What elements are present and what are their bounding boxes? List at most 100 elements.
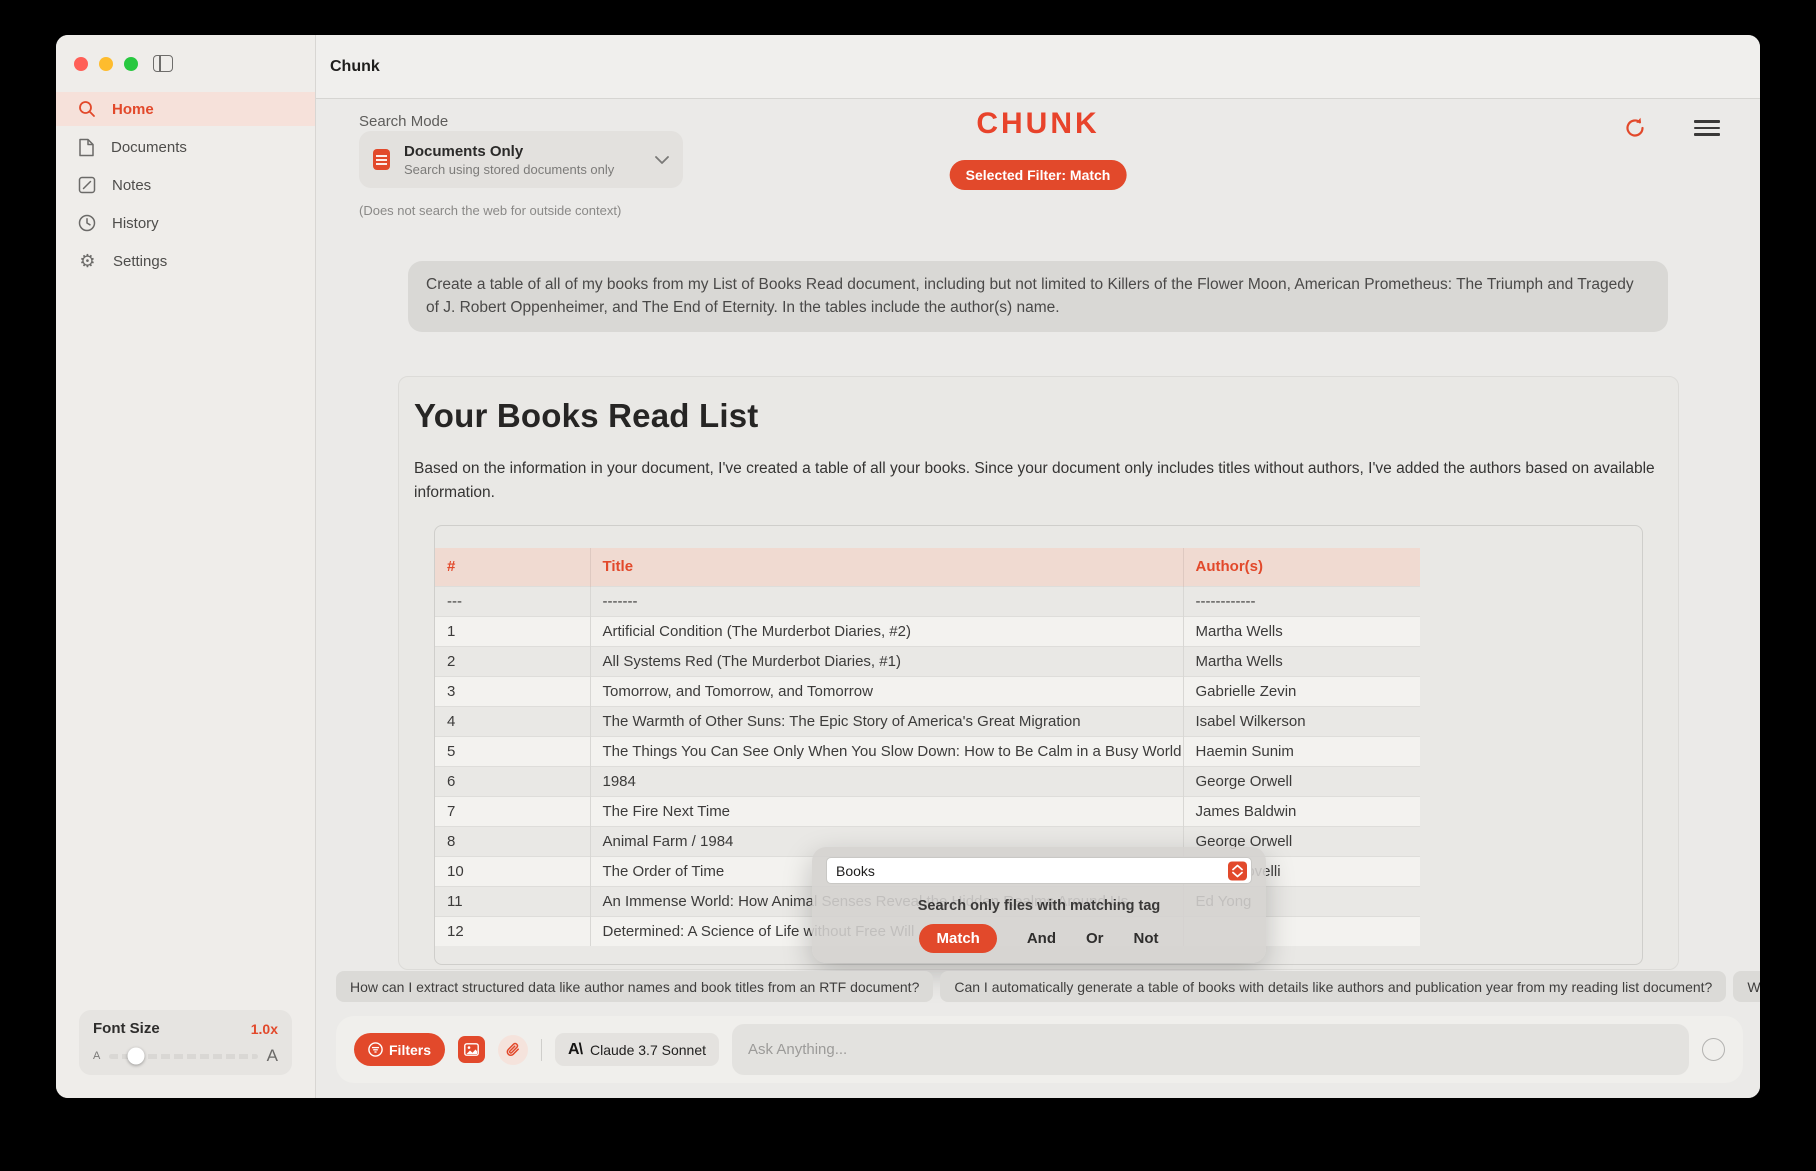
operator-match-button[interactable]: Match (919, 924, 996, 953)
table-cell: 11 (435, 886, 590, 916)
font-size-panel: Font Size 1.0x A A (79, 1010, 292, 1075)
font-size-max-label: A (267, 1046, 278, 1066)
operator-or-button[interactable]: Or (1086, 930, 1104, 947)
clock-icon (78, 214, 96, 232)
attach-file-button[interactable] (498, 1035, 528, 1065)
filter-icon (368, 1042, 383, 1057)
close-window-button[interactable] (74, 57, 88, 71)
table-cell: --- (435, 586, 590, 616)
model-name: Claude 3.7 Sonnet (590, 1042, 706, 1058)
filters-button[interactable]: Filters (354, 1033, 445, 1066)
response-intro: Based on the information in your documen… (414, 457, 1659, 505)
operator-not-button[interactable]: Not (1134, 930, 1159, 947)
chevron-down-icon (655, 156, 669, 164)
ask-input[interactable] (732, 1024, 1689, 1075)
table-cell: Tomorrow, and Tomorrow, and Tomorrow (590, 676, 1183, 706)
sidebar-item-label: History (112, 215, 159, 232)
table-cell: George Orwell (1183, 766, 1420, 796)
suggestion-chip[interactable]: How can I extract structured data like a… (336, 971, 933, 1002)
main-area: Chunk Search Mode Documents Only Search … (316, 35, 1760, 1098)
attach-image-button[interactable] (458, 1036, 485, 1063)
table-cell: 12 (435, 916, 590, 946)
table-cell: ------------ (1183, 586, 1420, 616)
image-icon (464, 1043, 479, 1056)
table-cell: Artificial Condition (The Murderbot Diar… (590, 616, 1183, 646)
table-header-row: # Title Author(s) (435, 548, 1420, 586)
sidebar-item-label: Settings (113, 253, 167, 270)
note-edit-icon (78, 176, 96, 194)
table-cell: Martha Wells (1183, 646, 1420, 676)
selected-filter-badge: Selected Filter: Match (950, 160, 1127, 190)
table-cell: 4 (435, 706, 590, 736)
sidebar-item-history[interactable]: History (56, 206, 315, 240)
response-title: Your Books Read List (414, 397, 1660, 435)
font-size-slider-thumb[interactable] (128, 1048, 145, 1065)
col-header-num: # (435, 548, 590, 586)
sidebar-item-label: Documents (111, 139, 187, 156)
table-cell: The Warmth of Other Suns: The Epic Story… (590, 706, 1183, 736)
paperclip-icon (505, 1042, 521, 1058)
table-cell: 1984 (590, 766, 1183, 796)
table-cell: Gabrielle Zevin (1183, 676, 1420, 706)
table-cell: 6 (435, 766, 590, 796)
font-size-slider[interactable] (109, 1054, 257, 1059)
composer-bar: Filters A\ Claude 3.7 Sonnet (336, 1016, 1743, 1083)
col-header-authors: Author(s) (1183, 548, 1420, 586)
sidebar-item-settings[interactable]: ⚙ Settings (56, 244, 315, 278)
chunk-logo: CHUNK (976, 107, 1099, 141)
table-row: 1Artificial Condition (The Murderbot Dia… (435, 616, 1420, 646)
table-row: 2All Systems Red (The Murderbot Diaries,… (435, 646, 1420, 676)
table-cell: The Things You Can See Only When You Slo… (590, 736, 1183, 766)
table-cell: 7 (435, 796, 590, 826)
sidebar-item-notes[interactable]: Notes (56, 168, 315, 202)
app-window: Home Documents Notes History ⚙ Settings … (56, 35, 1760, 1098)
search-mode-dropdown[interactable]: Documents Only Search using stored docum… (359, 131, 683, 188)
table-cell: 5 (435, 736, 590, 766)
send-status-circle[interactable] (1702, 1038, 1725, 1061)
table-row: 61984George Orwell (435, 766, 1420, 796)
suggestion-chip[interactable]: What tools (1733, 971, 1760, 1002)
tag-filter-popover: Books Search only files with matching ta… (812, 847, 1266, 963)
tag-select[interactable]: Books (826, 857, 1252, 884)
hamburger-menu-icon[interactable] (1694, 118, 1720, 138)
table-cell: The Fire Next Time (590, 796, 1183, 826)
operator-and-button[interactable]: And (1027, 930, 1056, 947)
tag-select-value: Books (836, 863, 875, 879)
user-query-bubble: Create a table of all of my books from m… (408, 261, 1668, 332)
table-cell: James Baldwin (1183, 796, 1420, 826)
gear-icon: ⚙ (78, 252, 97, 270)
table-row: 5The Things You Can See Only When You Sl… (435, 736, 1420, 766)
zoom-window-button[interactable] (124, 57, 138, 71)
table-row: 3Tomorrow, and Tomorrow, and TomorrowGab… (435, 676, 1420, 706)
table-row: 7The Fire Next TimeJames Baldwin (435, 796, 1420, 826)
font-size-min-label: A (93, 1050, 100, 1062)
suggestion-chip[interactable]: Can I automatically generate a table of … (940, 971, 1726, 1002)
table-cell: All Systems Red (The Murderbot Diaries, … (590, 646, 1183, 676)
table-cell: 3 (435, 676, 590, 706)
refresh-icon[interactable] (1622, 115, 1648, 141)
search-icon (78, 100, 96, 118)
filter-operator-group: Match And Or Not (826, 924, 1252, 953)
font-size-label: Font Size (93, 1020, 160, 1037)
search-mode-subtitle: Search using stored documents only (404, 162, 641, 177)
sidebar-item-label: Notes (112, 177, 151, 194)
title-bar: Chunk (316, 35, 1760, 99)
sidebar-item-label: Home (112, 101, 154, 118)
select-stepper-icon[interactable] (1228, 861, 1247, 880)
popover-caption: Search only files with matching tag (826, 898, 1252, 914)
document-icon (373, 149, 390, 170)
table-row: 4The Warmth of Other Suns: The Epic Stor… (435, 706, 1420, 736)
sidebar-item-documents[interactable]: Documents (56, 130, 315, 164)
table-cell: ------- (590, 586, 1183, 616)
window-controls (74, 57, 138, 71)
composer-divider (541, 1039, 542, 1061)
sidebar-item-home[interactable]: Home (56, 92, 315, 126)
search-mode-note: (Does not search the web for outside con… (359, 203, 621, 218)
col-header-title: Title (590, 548, 1183, 586)
window-title: Chunk (330, 58, 380, 76)
minimize-window-button[interactable] (99, 57, 113, 71)
model-selector-button[interactable]: A\ Claude 3.7 Sonnet (555, 1033, 719, 1066)
sidebar-toggle-icon[interactable] (153, 55, 173, 72)
anthropic-logo-icon: A\ (568, 1041, 582, 1059)
search-mode-title: Documents Only (404, 143, 641, 160)
